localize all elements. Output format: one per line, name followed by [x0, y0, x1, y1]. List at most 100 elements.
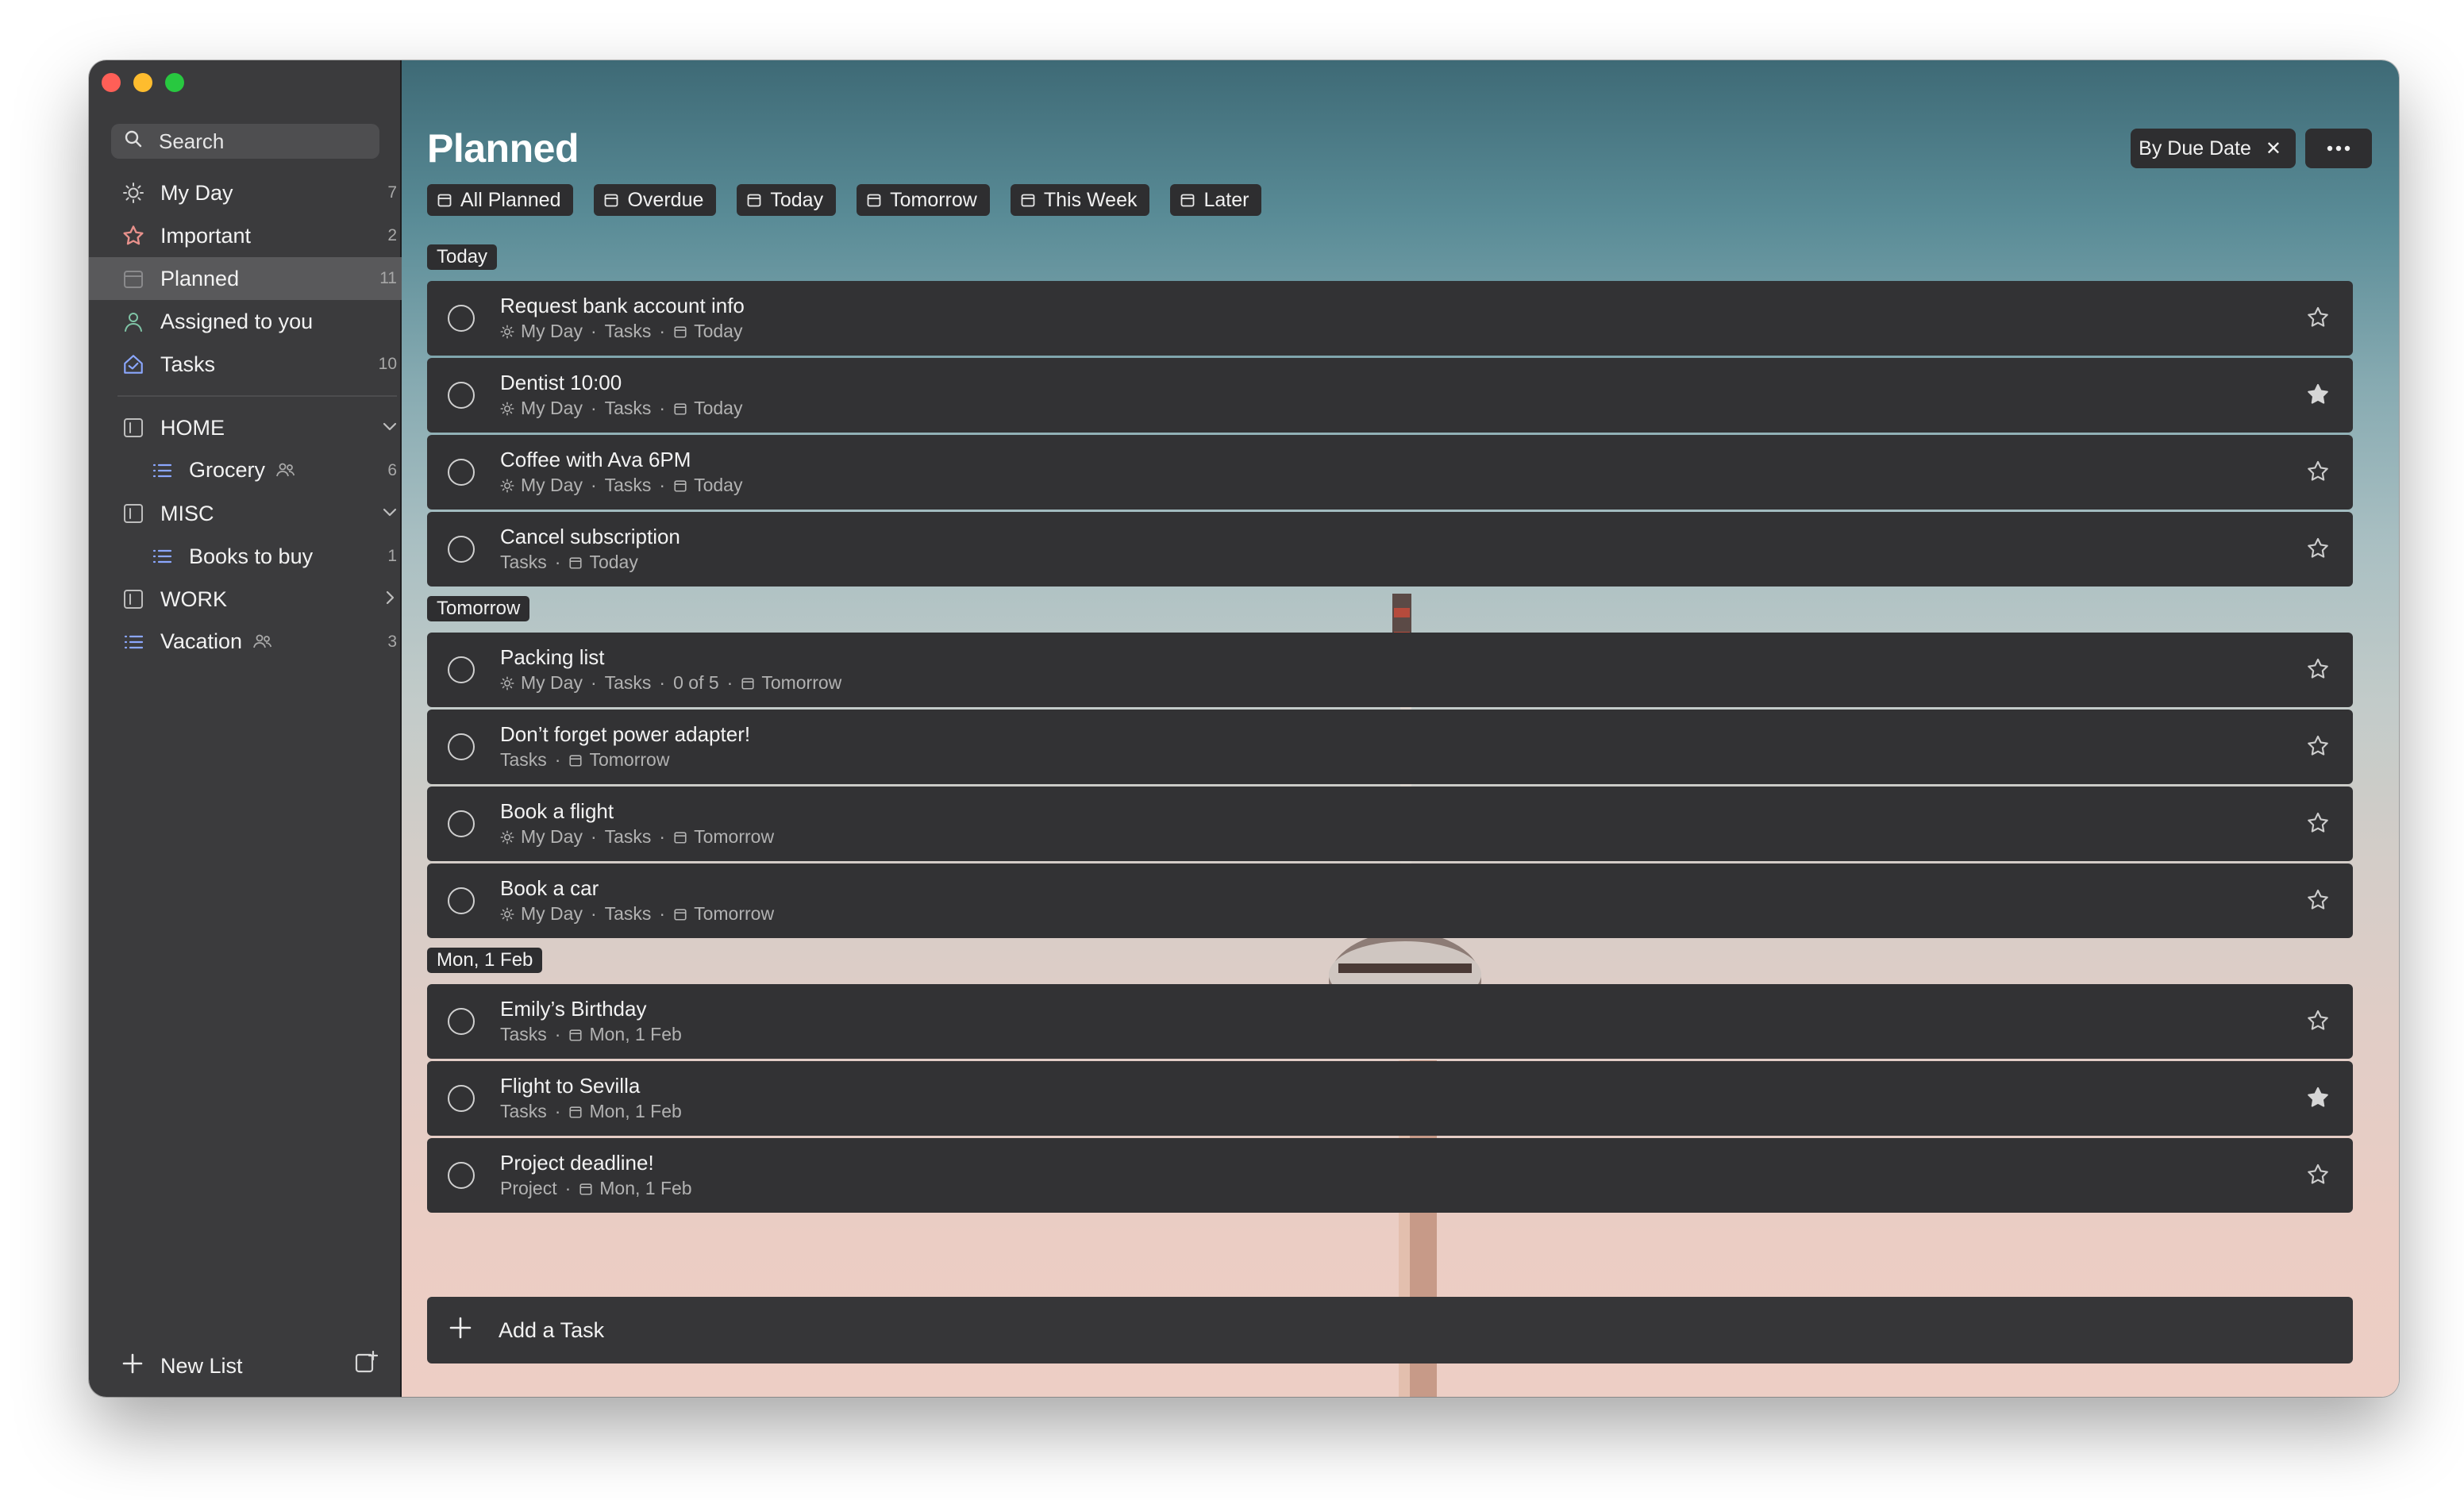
my-day-label: My Day	[521, 826, 583, 847]
chevron-right-icon[interactable]	[381, 587, 398, 612]
complete-checkbox[interactable]	[448, 656, 475, 683]
calendar-icon	[603, 192, 627, 208]
star-icon[interactable]	[2305, 1008, 2331, 1037]
separator-dot: ·	[659, 398, 666, 418]
calendar-icon	[437, 192, 460, 208]
complete-checkbox[interactable]	[448, 382, 475, 409]
task-title: Project deadline!	[500, 1151, 654, 1175]
task-row[interactable]: Flight to Sevilla Tasks · Mon, 1 Feb	[427, 1061, 2353, 1136]
star-icon[interactable]	[2305, 887, 2331, 917]
zoom-window-button[interactable]	[165, 73, 184, 92]
task-row[interactable]: Coffee with Ava 6PM My Day · Tasks · Today	[427, 435, 2353, 510]
sidebar-item-misc[interactable]: MISC	[89, 492, 402, 535]
task-row[interactable]: Packing list My Day · Tasks · 0 of 5 · Tomorrow	[427, 633, 2353, 707]
sidebar-item-planned[interactable]: Planned 11	[89, 257, 402, 300]
separator-dot: ·	[590, 826, 597, 847]
complete-checkbox[interactable]	[448, 305, 475, 332]
task-row[interactable]: Project deadline! Project · Mon, 1 Feb	[427, 1138, 2353, 1213]
star-icon[interactable]	[2305, 810, 2331, 840]
filter-chip-later[interactable]: Later	[1170, 184, 1262, 216]
sidebar-item-home[interactable]: HOME	[89, 406, 402, 449]
star-icon[interactable]	[2305, 733, 2331, 763]
task-row[interactable]: Request bank account info My Day · Tasks · To…	[427, 281, 2353, 356]
task-title: Flight to Sevilla	[500, 1074, 641, 1098]
star-filled-icon[interactable]	[2305, 382, 2331, 411]
complete-checkbox[interactable]	[448, 1162, 475, 1189]
complete-checkbox[interactable]	[448, 887, 475, 914]
home-icon	[121, 352, 146, 377]
star-icon[interactable]	[2305, 536, 2331, 565]
new-group-button[interactable]	[354, 1350, 379, 1378]
task-row[interactable]: Dentist 10:00 My Day · Tasks · Today	[427, 358, 2353, 433]
task-title: Packing list	[500, 645, 605, 669]
star-filled-icon[interactable]	[2305, 1085, 2331, 1114]
filter-chip-tomorrow[interactable]: Tomorrow	[857, 184, 990, 216]
sidebar-item-grocery[interactable]: Grocery 6	[89, 449, 402, 492]
task-meta: My Day · Tasks · Today	[500, 321, 742, 342]
task-row[interactable]: Book a flight My Day · Tasks · Tomorrow	[427, 787, 2353, 861]
add-task-field[interactable]: Add a Task	[427, 1297, 2353, 1363]
task-list-name: Project	[500, 1178, 557, 1198]
filter-chip-label: This Week	[1043, 188, 1138, 211]
new-list-label: New List	[160, 1354, 243, 1378]
more-icon	[2327, 141, 2350, 156]
task-list-name: Tasks	[500, 749, 547, 770]
due-date-label: Tomorrow	[589, 749, 670, 770]
new-group-icon	[354, 1350, 379, 1377]
sidebar-item-assigned-to-you[interactable]: Assigned to you	[89, 300, 402, 343]
task-row[interactable]: Don’t forget power adapter! Tasks · Tomorro…	[427, 710, 2353, 784]
sun-icon	[500, 830, 521, 844]
task-row[interactable]: Cancel subscription Tasks · Today	[427, 512, 2353, 587]
star-icon[interactable]	[2305, 656, 2331, 686]
filter-chip-overdue[interactable]: Overdue	[594, 184, 717, 216]
close-window-button[interactable]	[102, 73, 121, 92]
complete-checkbox[interactable]	[448, 536, 475, 563]
list-icon	[121, 629, 146, 655]
complete-checkbox[interactable]	[448, 733, 475, 760]
complete-checkbox[interactable]	[448, 810, 475, 837]
sidebar-divider	[117, 395, 397, 397]
filter-chip-today[interactable]: Today	[737, 184, 837, 216]
complete-checkbox[interactable]	[448, 1008, 475, 1035]
calendar-icon	[746, 192, 770, 208]
sidebar-item-work[interactable]: WORK	[89, 578, 402, 621]
sidebar-item-vacation[interactable]: Vacation 3	[89, 621, 402, 663]
separator-dot: ·	[590, 475, 597, 495]
chevron-down-icon[interactable]	[381, 502, 398, 526]
chevron-down-icon[interactable]	[381, 416, 398, 440]
star-icon[interactable]	[2305, 459, 2331, 488]
calendar-icon	[568, 1028, 589, 1042]
task-title: Dentist 10:00	[500, 371, 622, 394]
separator-dot: ·	[554, 552, 561, 572]
task-list-name: Tasks	[500, 1024, 547, 1044]
search-field[interactable]: Search	[111, 124, 379, 159]
new-list-button[interactable]: New List	[122, 1353, 243, 1379]
minimize-window-button[interactable]	[133, 73, 152, 92]
star-icon[interactable]	[2305, 1162, 2331, 1191]
sidebar-item-books-to-buy[interactable]: Books to buy 1	[89, 535, 402, 578]
due-date: Tomorrow	[568, 749, 669, 771]
due-date: Tomorrow	[673, 826, 774, 848]
calendar-icon	[673, 325, 694, 339]
sidebar-item-my-day[interactable]: My Day 7	[89, 171, 402, 214]
due-date-label: Today	[694, 475, 743, 495]
due-date: Today	[673, 398, 742, 419]
filter-chip-all-planned[interactable]: All Planned	[427, 184, 574, 216]
sidebar-item-tasks[interactable]: Tasks 10	[89, 343, 402, 386]
calendar-icon	[1020, 192, 1044, 208]
due-date: Today	[673, 321, 742, 342]
more-options-button[interactable]	[2305, 129, 2372, 168]
sidebar-item-important[interactable]: Important 2	[89, 214, 402, 257]
task-row[interactable]: Book a car My Day · Tasks · Tomorrow	[427, 863, 2353, 938]
sidebar-item-count: 1	[387, 547, 397, 565]
star-icon[interactable]	[2305, 305, 2331, 334]
section-header: Today	[427, 244, 498, 270]
separator-dot: ·	[554, 1024, 561, 1044]
task-row[interactable]: Emily’s Birthday Tasks · Mon, 1 Feb	[427, 984, 2353, 1059]
task-meta: My Day · Tasks · 0 of 5 · Tomorrow	[500, 672, 841, 694]
clear-sort-icon[interactable]: ✕	[2266, 137, 2281, 160]
complete-checkbox[interactable]	[448, 459, 475, 486]
sort-button[interactable]: By Due Date ✕	[2131, 129, 2296, 168]
complete-checkbox[interactable]	[448, 1085, 475, 1112]
filter-chip-this-week[interactable]: This Week	[1010, 184, 1150, 216]
